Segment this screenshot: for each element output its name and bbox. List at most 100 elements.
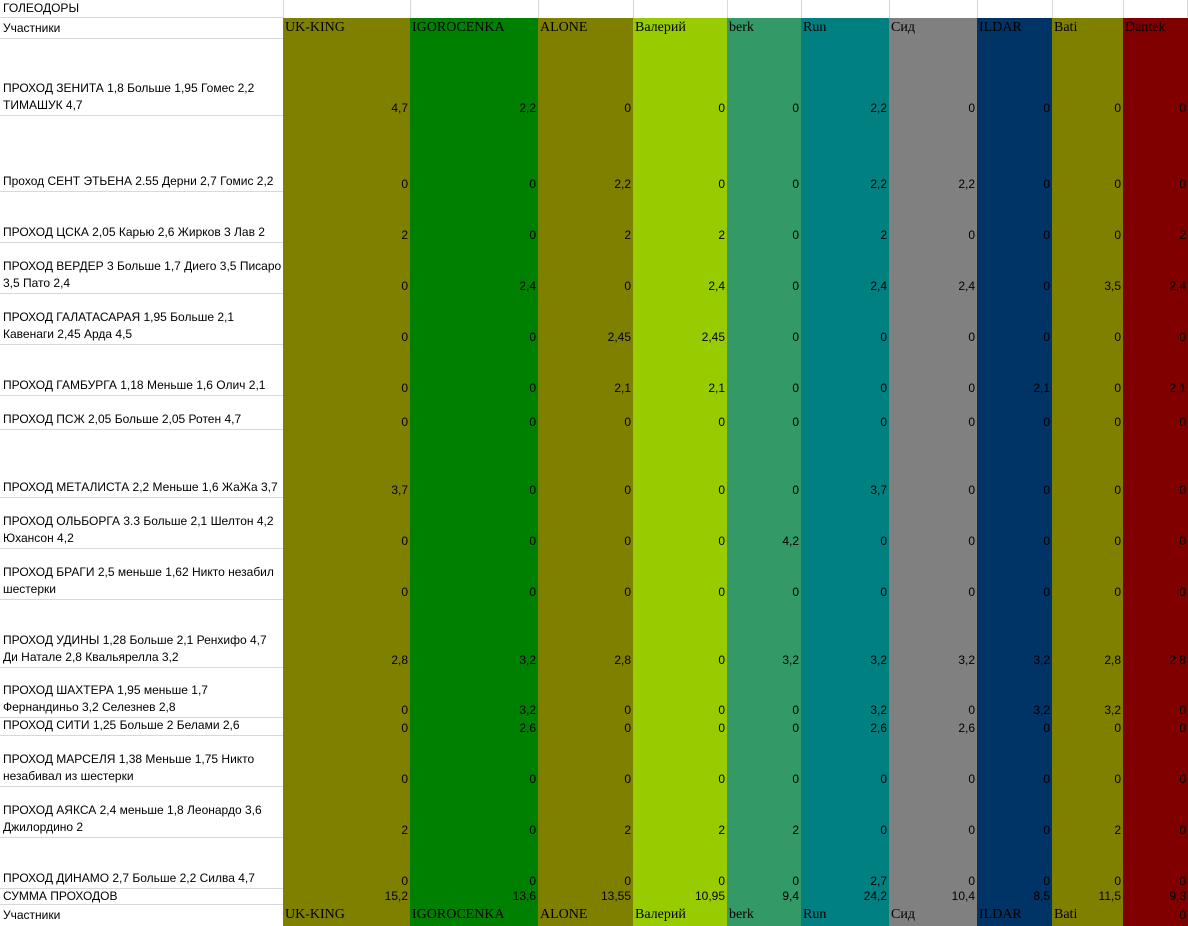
value-cell[interactable]: 0 [538,101,633,115]
value-cell[interactable]: 0 [977,415,1052,429]
value-cell[interactable]: 3,7 [283,483,410,497]
value-cell[interactable]: 2 [283,228,410,242]
value-cell[interactable]: 0 [727,585,801,599]
value-cell[interactable]: 0 [889,330,977,344]
value-cell[interactable]: 4,7 [283,101,410,115]
value-cell[interactable]: 0 [977,534,1052,548]
value-cell[interactable]: 0 [1052,330,1123,344]
value-cell[interactable]: 0 [801,534,889,548]
value-cell[interactable]: 0 [889,772,977,786]
value-cell[interactable]: 0 [977,823,1052,837]
value-cell[interactable]: 3,2 [410,653,538,667]
value-cell[interactable]: 0 [1052,772,1123,786]
value-cell[interactable]: 2,1 [977,381,1052,395]
value-cell[interactable]: 0 [410,534,538,548]
value-cell[interactable]: 0 [410,381,538,395]
value-cell[interactable]: 0 [977,228,1052,242]
participant-name-header[interactable]: Run [801,18,889,38]
value-cell[interactable]: 0 [801,330,889,344]
value-cell[interactable]: 0 [633,177,727,191]
value-cell[interactable]: 0 [977,483,1052,497]
participant-name-footer[interactable]: Run [801,905,889,926]
value-cell[interactable]: 0 [1052,101,1123,115]
value-cell[interactable]: 0 [283,534,410,548]
value-cell[interactable]: 2,45 [538,330,633,344]
value-cell[interactable]: 0 [727,177,801,191]
participant-name-header[interactable]: Валерий [633,18,727,38]
value-cell[interactable]: 0 [633,653,727,667]
value-cell[interactable]: 0 [538,585,633,599]
value-cell[interactable]: 0 [889,101,977,115]
sum-cell[interactable]: 8,5 [977,889,1052,903]
value-cell[interactable]: 3,2 [977,653,1052,667]
value-cell[interactable]: 0 [283,330,410,344]
participant-name-header[interactable]: UK-KING [283,18,410,38]
value-cell[interactable]: 2,4 [633,279,727,293]
value-cell[interactable]: 0 [1123,101,1188,115]
value-cell[interactable]: 0 [538,534,633,548]
value-cell[interactable]: 3,5 [1052,279,1123,293]
value-cell[interactable]: 2 [801,228,889,242]
value-cell[interactable]: 0 [538,772,633,786]
participant-name-header[interactable]: ALONE [538,18,633,38]
value-cell[interactable]: 0 [727,381,801,395]
value-cell[interactable]: 0 [283,585,410,599]
participant-name-header[interactable]: Сид [889,18,977,38]
value-cell[interactable]: 2,1 [633,381,727,395]
value-cell[interactable]: 0 [1052,585,1123,599]
participant-name-footer[interactable]: IGOROCENKA [410,905,538,926]
value-cell[interactable]: 0 [633,703,727,717]
value-cell[interactable]: 0 [283,177,410,191]
value-cell[interactable]: 4,2 [727,534,801,548]
value-cell[interactable]: 0 [727,330,801,344]
value-cell[interactable]: 0 [1123,703,1188,717]
value-cell[interactable]: 0 [283,703,410,717]
value-cell[interactable]: 0 [410,415,538,429]
value-cell[interactable]: 3,2 [1052,703,1123,717]
value-cell[interactable]: 0 [538,721,633,735]
participant-name-footer[interactable]: berk [727,905,801,926]
value-cell[interactable]: 2 [727,823,801,837]
participant-name-header[interactable]: Dantek [1123,18,1188,38]
value-cell[interactable]: 0 [727,703,801,717]
participant-name-footer[interactable]: Bati [1052,905,1123,926]
value-cell[interactable]: 0 [1123,177,1188,191]
value-cell[interactable]: 0 [283,772,410,786]
value-cell[interactable]: 0 [727,279,801,293]
value-cell[interactable]: 0 [1052,415,1123,429]
value-cell[interactable]: 2,1 [538,381,633,395]
value-cell[interactable]: 2 [1052,823,1123,837]
value-cell[interactable]: 3,2 [977,703,1052,717]
value-cell[interactable]: 2,7 [801,874,889,888]
value-cell[interactable]: 0 [1052,483,1123,497]
sum-cell[interactable]: 9,4 [727,889,801,903]
value-cell[interactable]: 0 [633,585,727,599]
value-cell[interactable]: 0 [1123,534,1188,548]
value-cell[interactable]: 0 [633,415,727,429]
value-cell[interactable]: 0 [727,101,801,115]
value-cell[interactable]: 0 [801,772,889,786]
footer-value-cell[interactable]: 0 [1123,908,1188,922]
value-cell[interactable]: 0 [1123,721,1188,735]
value-cell[interactable]: 2,6 [801,721,889,735]
value-cell[interactable]: 0 [1052,228,1123,242]
value-cell[interactable]: 0 [410,772,538,786]
value-cell[interactable]: 0 [538,703,633,717]
value-cell[interactable]: 0 [801,381,889,395]
value-cell[interactable]: 0 [538,874,633,888]
sum-cell[interactable]: 11,5 [1052,889,1123,903]
value-cell[interactable]: 0 [1052,177,1123,191]
value-cell[interactable]: 2 [1123,228,1188,242]
sum-cell[interactable]: 15,2 [283,889,410,903]
participant-name-footer[interactable]: Валерий [633,905,727,926]
sum-cell[interactable]: 10,95 [633,889,727,903]
value-cell[interactable]: 0 [1123,415,1188,429]
value-cell[interactable]: 2,45 [633,330,727,344]
value-cell[interactable]: 2,4 [801,279,889,293]
value-cell[interactable]: 2,4 [410,279,538,293]
value-cell[interactable]: 2,2 [801,177,889,191]
value-cell[interactable]: 0 [1123,823,1188,837]
value-cell[interactable]: 0 [727,772,801,786]
value-cell[interactable]: 0 [977,177,1052,191]
value-cell[interactable]: 0 [410,228,538,242]
